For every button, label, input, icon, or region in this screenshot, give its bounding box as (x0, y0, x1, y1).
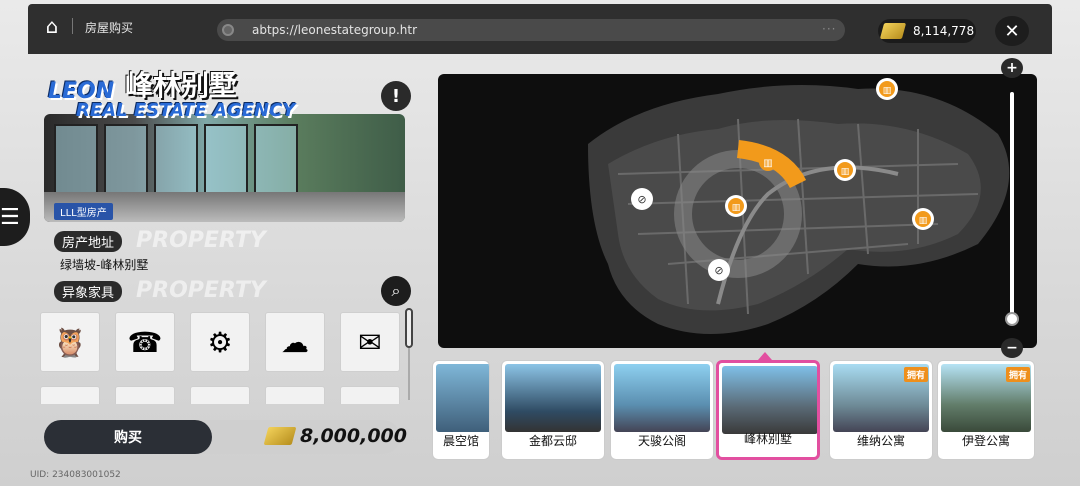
info-button[interactable]: ! (381, 81, 411, 111)
property-name: 维纳公寓 (856, 434, 905, 448)
window-pane (254, 124, 298, 194)
url-status-icon (222, 24, 234, 36)
payphone-icon[interactable]: ☎ (115, 312, 175, 372)
svg-text:▥: ▥ (841, 167, 850, 177)
map-marker-locked: ⊘ (708, 259, 730, 281)
svg-text:⊘: ⊘ (637, 193, 646, 206)
window-pane (204, 124, 248, 194)
property-card[interactable]: 金都云邸 (501, 360, 605, 460)
map-marker: ▥ (725, 195, 747, 217)
property-card-selected[interactable]: 峰林别墅 (716, 360, 820, 460)
window-pane (104, 124, 148, 194)
svg-text:▥: ▥ (919, 216, 928, 226)
home-icon[interactable]: ⌂ (40, 14, 64, 38)
property-card[interactable]: 拥有 维纳公寓 (829, 360, 933, 460)
map-marker: ▥ (834, 159, 856, 181)
tool-kit-icon[interactable]: ✎ (115, 386, 175, 404)
wooden-tray-icon[interactable]: ▬ (190, 386, 250, 404)
furniture-scroll-thumb[interactable] (405, 308, 413, 348)
property-card[interactable]: 天骏公阁 (610, 360, 714, 460)
map-marker-selected: ▥ (759, 153, 777, 171)
motor-icon[interactable]: ⚙ (190, 312, 250, 372)
property-thumbnail (436, 364, 489, 432)
zoom-out-button[interactable]: − (1001, 338, 1023, 358)
property-card[interactable]: 晨空馆 (432, 360, 490, 460)
zoom-slider[interactable] (1010, 92, 1014, 320)
map-marker-locked: ⊘ (631, 188, 653, 210)
price-value: 8,000,000 (300, 425, 407, 447)
property-name: 伊登公寓 (961, 434, 1010, 448)
url-text: abtps://leonestategroup.htr (252, 23, 418, 37)
watermark-text: PROPERTY (136, 278, 266, 303)
svg-text:▥: ▥ (763, 158, 772, 169)
teal-gadget-icon[interactable]: ✦ (265, 386, 325, 404)
svg-text:▥: ▥ (732, 203, 741, 213)
zoom-slider-thumb[interactable] (1005, 312, 1019, 326)
svg-text:⊘: ⊘ (714, 264, 723, 277)
property-name: 金都云邸 (528, 434, 577, 448)
map-marker: ▥ (876, 78, 898, 100)
property-type-tag: LLL型房产 (54, 203, 113, 220)
watermark-text: PROPERTY (136, 228, 266, 253)
map-marker: ▥ (912, 208, 934, 230)
property-title: 峰林别墅 (125, 69, 238, 102)
property-name: 晨空馆 (442, 434, 479, 448)
property-thumbnail (505, 364, 601, 432)
address-value: 绿墙坡-峰林别墅 (60, 258, 149, 272)
selection-pointer (758, 352, 772, 360)
cash-icon (263, 427, 297, 445)
property-name: 天骏公阁 (637, 434, 686, 448)
postcard-icon[interactable]: ✉ (340, 312, 400, 372)
brand-logo-leon: LEON (48, 79, 115, 104)
property-card[interactable]: 拥有 伊登公寓 (937, 360, 1035, 460)
property-thumbnail (614, 364, 710, 432)
cloud-pillow-icon[interactable]: ☁ (265, 312, 325, 372)
map-drawing: ▥ ▥ ▥ ▥ ▥ ⊘ ⊘ (588, 78, 1010, 334)
address-label: 房产地址 (54, 231, 123, 252)
currency-value: 8,114,778 (913, 24, 975, 38)
owned-badge: 拥有 (1005, 367, 1030, 382)
owned-badge: 拥有 (903, 367, 928, 382)
window-pane (54, 124, 98, 194)
window-pane (154, 124, 198, 194)
property-name: 峰林别墅 (743, 432, 792, 446)
furniture-label: 异象家具 (54, 281, 123, 302)
owl-statue-icon[interactable]: 🦉 (40, 312, 100, 372)
property-thumbnail (722, 366, 817, 434)
breadcrumb: 房屋购买 (85, 21, 134, 35)
close-button[interactable]: ✕ (995, 16, 1029, 46)
city-map[interactable]: ▥ ▥ ▥ ▥ ▥ ⊘ ⊘ (438, 74, 1037, 348)
zoom-in-button[interactable]: + (1001, 58, 1023, 78)
cash-icon (879, 23, 907, 39)
search-button[interactable]: ⌕ (381, 276, 411, 306)
furniture-grid: 🦉 ☎ ⚙ ☁ ✉ ▭ ✎ ▬ ✦ ✐ (40, 312, 400, 404)
brush-set-icon[interactable]: ✐ (340, 386, 400, 404)
divider (72, 18, 73, 34)
menu-icon[interactable]: ☰ (0, 205, 20, 230)
url-more-icon[interactable]: ··· (822, 22, 836, 36)
blue-board-icon[interactable]: ▭ (40, 386, 100, 404)
uid-text: UID: 234083001052 (30, 470, 121, 480)
buy-button[interactable]: 购买 (44, 420, 212, 454)
svg-text:▥: ▥ (883, 86, 892, 96)
